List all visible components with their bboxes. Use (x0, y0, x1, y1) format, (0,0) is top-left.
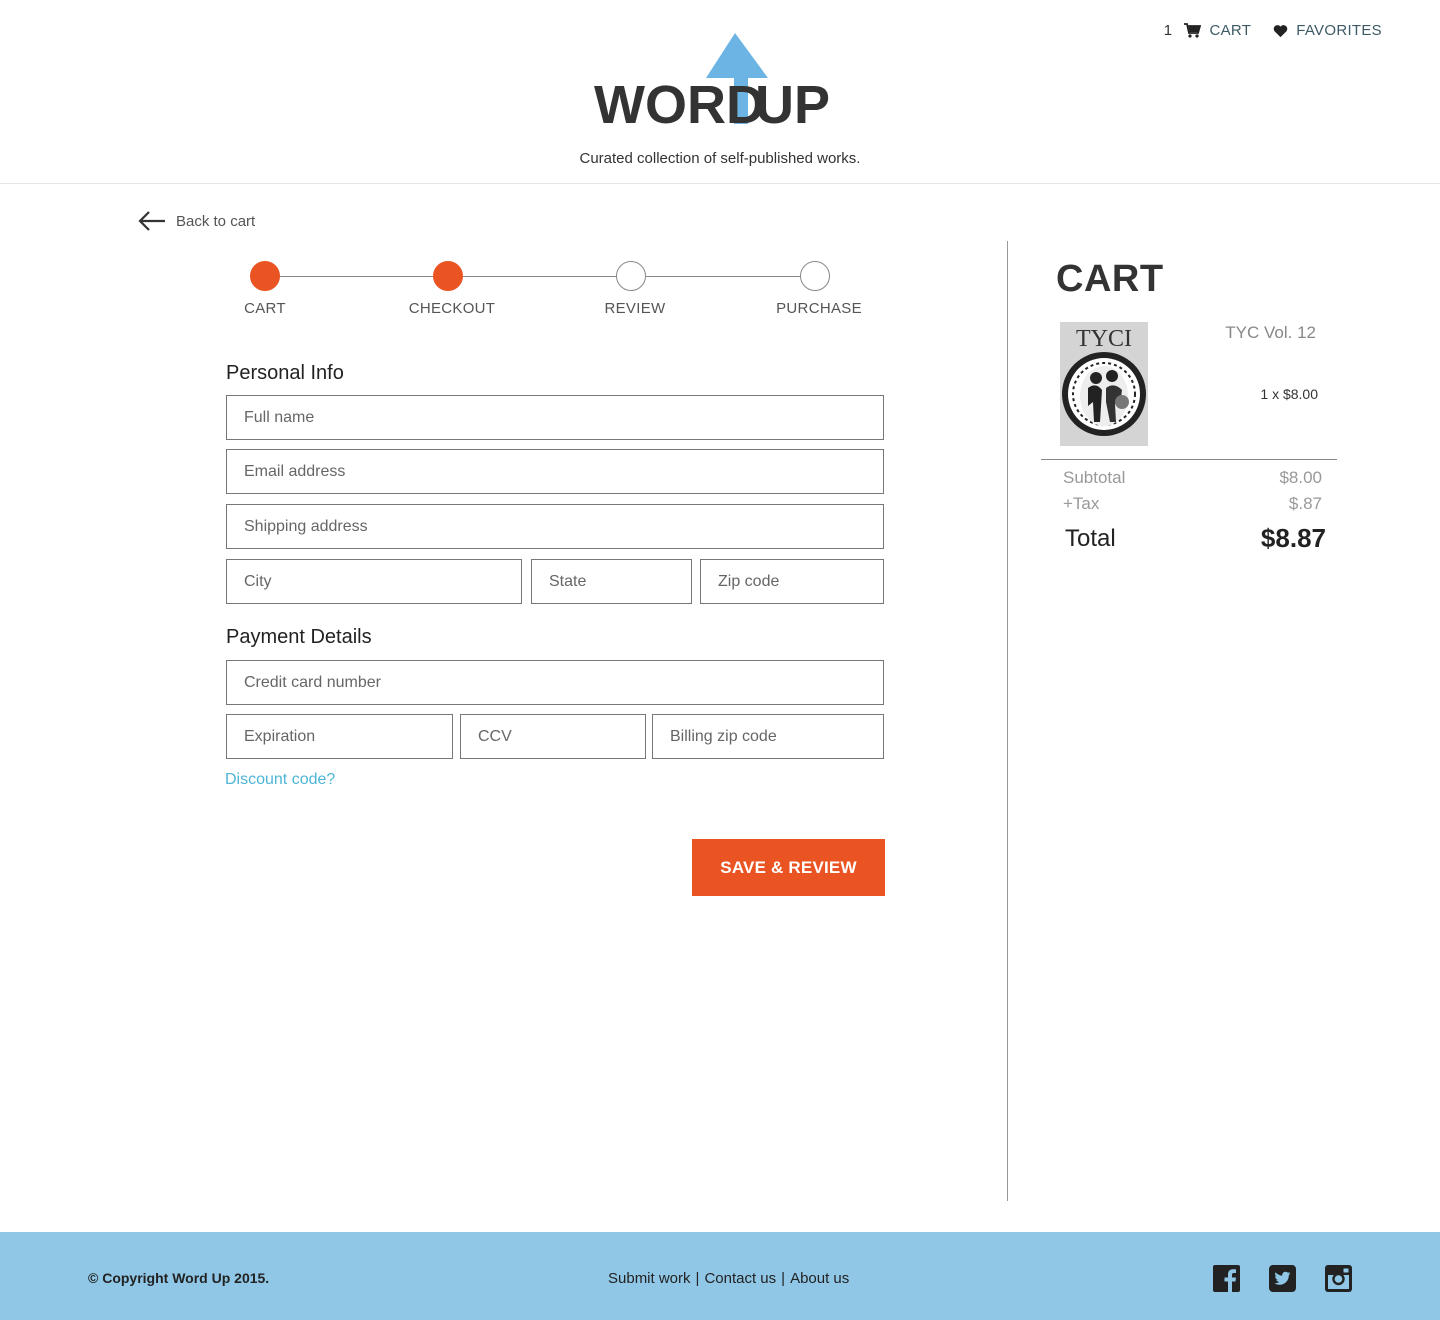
footer: © Copyright Word Up 2015. Submit work | … (0, 1232, 1440, 1320)
zip-code-field[interactable] (700, 559, 884, 604)
ccv-field[interactable] (460, 714, 646, 759)
back-to-cart-link[interactable]: Back to cart (138, 210, 255, 232)
discount-code-link[interactable]: Discount code? (225, 771, 335, 789)
cart-link-label: CART (1209, 22, 1252, 39)
credit-card-field[interactable] (226, 660, 884, 705)
twitter-icon[interactable] (1269, 1265, 1296, 1292)
facebook-icon[interactable] (1213, 1265, 1240, 1292)
city-field[interactable] (226, 559, 522, 604)
step-review-dot (616, 261, 646, 291)
contact-us-link[interactable]: Contact us (704, 1270, 776, 1287)
heart-icon (1273, 24, 1288, 37)
full-name-field[interactable] (226, 395, 884, 440)
cart-divider (1041, 459, 1337, 460)
step-purchase-dot (800, 261, 830, 291)
total-label: Total (1065, 525, 1116, 552)
total-value: $8.87 (1260, 523, 1326, 553)
footer-separator: | (781, 1270, 786, 1287)
billing-zip-field[interactable] (652, 714, 884, 759)
email-field[interactable] (226, 449, 884, 494)
step-cart-dot (250, 261, 280, 291)
step-review-label: REVIEW (604, 300, 666, 317)
favorites-link-label: FAVORITES (1296, 22, 1382, 39)
item-title[interactable]: TYC Vol. 12 (1225, 323, 1316, 343)
svg-text:WORD: WORD (594, 75, 765, 128)
save-and-review-button[interactable]: SAVE & REVIEW (692, 839, 885, 896)
shipping-address-field[interactable] (226, 504, 884, 549)
subtotal-value: $8.00 (1279, 468, 1322, 487)
tagline: Curated collection of self-published wor… (579, 150, 861, 167)
state-field[interactable] (531, 559, 692, 604)
cover-title-text: TYCI (1076, 326, 1132, 352)
step-purchase-label: PURCHASE (776, 300, 862, 317)
column-divider (1007, 241, 1008, 1201)
stepper-track (265, 276, 815, 277)
expiration-field[interactable] (226, 714, 453, 759)
about-us-link[interactable]: About us (790, 1270, 849, 1287)
cart-count: 1 (1163, 22, 1173, 39)
arrow-left-icon (138, 211, 165, 231)
instagram-icon[interactable] (1325, 1265, 1352, 1292)
copyright: © Copyright Word Up 2015. (88, 1270, 270, 1286)
cart-link[interactable]: CART (1184, 22, 1251, 39)
footer-separator: | (695, 1270, 700, 1287)
payment-details-title: Payment Details (226, 626, 372, 648)
submit-work-link[interactable]: Submit work (608, 1270, 691, 1287)
back-to-cart-label: Back to cart (176, 212, 256, 230)
tax-value: $.87 (1288, 494, 1322, 513)
tax-label: +Tax (1063, 494, 1100, 513)
item-cover-image[interactable]: TYCI (1060, 322, 1148, 446)
cart-icon (1184, 23, 1202, 38)
cart-title: CART (1056, 258, 1164, 300)
footer-links: Submit work | Contact us | About us (608, 1270, 849, 1287)
item-quantity-price: 1 x $8.00 (1260, 386, 1318, 402)
personal-info-title: Personal Info (226, 362, 344, 384)
cover-artwork: TYCI (1060, 322, 1148, 446)
subtotal-label: Subtotal (1063, 468, 1126, 487)
word-up-logo[interactable]: WORD UP (590, 28, 852, 128)
step-cart-label: CART (244, 300, 286, 317)
header-divider (0, 183, 1440, 184)
step-checkout-label: CHECKOUT (408, 300, 496, 317)
favorites-link[interactable]: FAVORITES (1273, 22, 1382, 39)
top-nav: 1 CART FAVORITES (1164, 22, 1382, 39)
svg-text:UP: UP (755, 75, 830, 128)
step-checkout-dot (433, 261, 463, 291)
